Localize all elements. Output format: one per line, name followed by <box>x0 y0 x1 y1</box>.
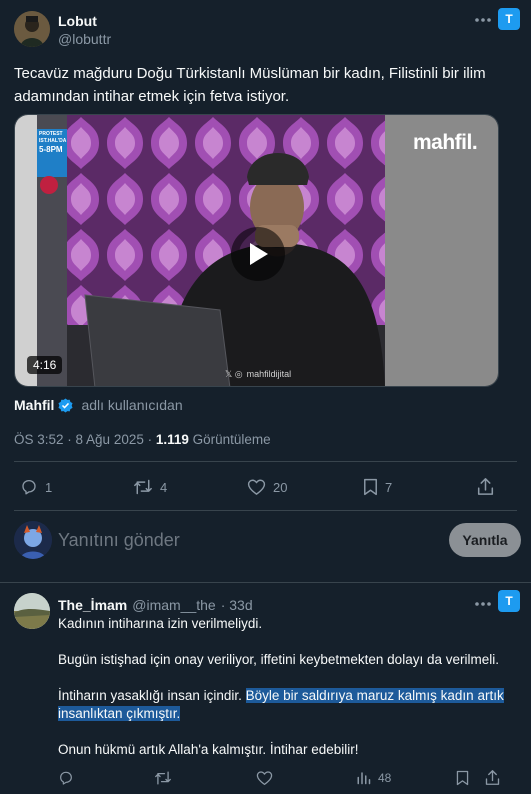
reply-paragraph: İntiharın yasaklığı insan içindir. Böyle… <box>58 688 504 721</box>
verified-icon <box>58 397 73 413</box>
like-icon <box>247 479 266 495</box>
author-avatar[interactable] <box>14 11 50 47</box>
video-poster: PROTEST IST.HAL'DA 5-8PM <box>39 131 67 154</box>
reply-more-icon[interactable] <box>474 601 492 607</box>
reply-views-button[interactable]: 48 <box>356 770 391 785</box>
reply-time[interactable]: · 33d <box>221 597 253 613</box>
play-icon <box>250 243 268 265</box>
reply-author-line: The_İmam @imam__the · 33d <box>58 597 253 613</box>
reply-like-button[interactable] <box>256 770 273 786</box>
reply-paragraph: Onun hükmü artık Allah'a kalmıştır. İnti… <box>58 742 359 757</box>
reply-author-handle[interactable]: @imam__the <box>132 597 215 613</box>
selected-text: Böyle bir saldırıya maruz kalmış kadın a… <box>245 688 504 703</box>
retweet-icon <box>155 771 171 785</box>
video-duration: 4:16 <box>27 356 63 374</box>
author-name[interactable]: Lobut <box>58 13 97 29</box>
video-watermark: 𝕏 ◎ mahfildijital <box>225 369 292 379</box>
brand-logo: mahfil. <box>413 131 478 154</box>
reply-author-name[interactable]: The_İmam <box>58 597 127 613</box>
reply-button[interactable]: 1 <box>20 478 52 496</box>
views-icon <box>357 772 371 785</box>
share-button[interactable] <box>477 477 494 496</box>
share-icon <box>485 770 500 785</box>
reply-bookmark-button[interactable] <box>456 770 469 786</box>
tweet-timestamp[interactable]: ÖS 3:52 · 8 Ağu 2025 · <box>14 432 156 447</box>
retweet-icon <box>134 479 152 495</box>
video-player[interactable]: PROTEST IST.HAL'DA 5-8PM mahfil. 4:16 𝕏 … <box>14 114 499 387</box>
more-icon[interactable] <box>474 17 492 23</box>
share-icon <box>477 478 494 495</box>
source-suffix: adlı kullanıcıdan <box>81 397 183 413</box>
retweet-button[interactable]: 4 <box>133 478 167 496</box>
bookmark-icon <box>456 770 469 786</box>
reply-icon <box>60 771 72 785</box>
reply-retweet-button[interactable] <box>154 770 172 786</box>
bookmark-button[interactable]: 7 <box>363 478 392 496</box>
reply-share-button[interactable] <box>485 769 500 786</box>
author-handle[interactable]: @lobuttr <box>58 31 111 47</box>
selected-text: insanlıktan çıkmıştır. <box>58 706 181 721</box>
reply-text: Kadının intiharına izin verilmeliydi. Bu… <box>58 615 518 759</box>
reply-reply-button[interactable] <box>58 770 74 786</box>
views-count: 1.119 <box>155 432 189 447</box>
reply-paragraph: Kadının intiharına izin verilmeliydi. <box>58 616 263 631</box>
reply-submit-button[interactable]: Yanıtla <box>449 523 521 557</box>
source-name[interactable]: Mahfil <box>14 397 54 413</box>
reply-translate-badge-icon[interactable]: T <box>498 590 520 612</box>
source-attribution: Mahfil adlı kullanıcıdan <box>14 397 183 413</box>
reply-author-avatar[interactable] <box>14 593 50 629</box>
bookmark-icon <box>364 478 377 496</box>
tweet-meta: ÖS 3:52 · 8 Ağu 2025 · 1.119 Görüntüleme <box>14 432 271 447</box>
tweet-text: Tecavüz mağduru Doğu Türkistanlı Müslüma… <box>14 65 486 105</box>
reply-icon <box>22 479 36 495</box>
composer-avatar[interactable] <box>14 521 52 559</box>
reply-paragraph: Bugün istişhad için onay veriliyor, iffe… <box>58 652 499 667</box>
like-icon <box>256 771 273 786</box>
views-label: Görüntüleme <box>188 432 271 447</box>
play-button[interactable] <box>231 227 285 281</box>
like-button[interactable]: 20 <box>247 478 287 496</box>
reply-composer-input[interactable] <box>58 528 428 552</box>
translate-badge-icon[interactable]: T <box>498 8 520 30</box>
